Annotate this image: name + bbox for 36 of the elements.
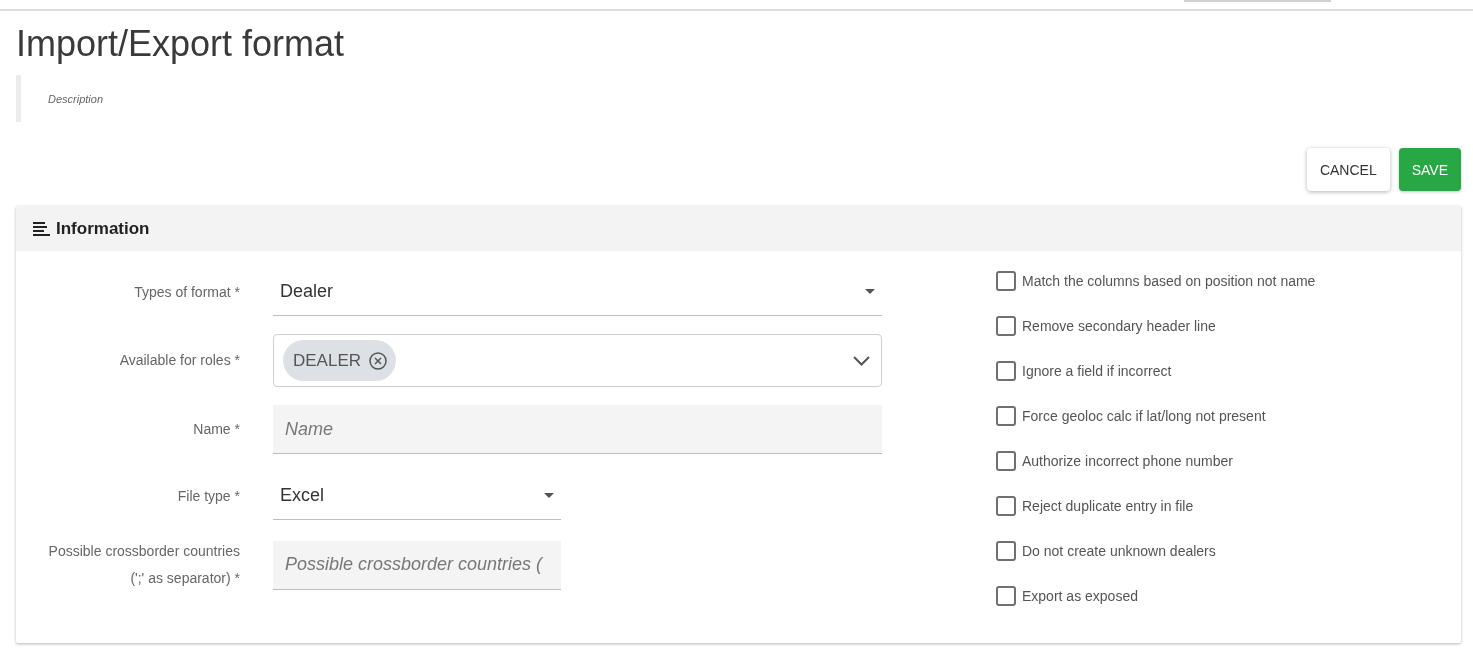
field-label: Name *: [193, 421, 240, 437]
checkbox[interactable]: [996, 540, 1016, 561]
text-input[interactable]: Name: [273, 405, 882, 454]
field-label: Available for roles *: [119, 352, 240, 368]
checkbox-label: Export as exposed: [1022, 587, 1138, 604]
field-label: File type *: [177, 487, 240, 504]
dropdown-select[interactable]: Excel: [273, 472, 561, 520]
checkbox-label: Do not create unknown dealers: [1022, 542, 1216, 559]
checkbox-label: Reject duplicate entry in file: [1022, 497, 1194, 514]
checkbox-label: Force geoloc calc if lat/long not present: [1022, 407, 1266, 424]
chevron-down-icon: [853, 355, 870, 366]
cancel-button[interactable]: CANCEL: [1306, 148, 1390, 191]
caret-down-icon: [544, 493, 554, 498]
checkbox-label: Authorize incorrect phone number: [1022, 452, 1233, 469]
field-label: Possible crossborder countries (';' as separator) *: [48, 543, 240, 586]
description-text: Description: [48, 92, 104, 105]
checkbox-label: Match the columns based on position not name: [1022, 272, 1316, 289]
chip-label: DEALER: [293, 350, 362, 371]
field-label: Types of format *: [134, 283, 240, 300]
checkbox[interactable]: [996, 270, 1016, 291]
caret-down-icon: [865, 289, 875, 294]
checkbox[interactable]: [996, 495, 1016, 516]
text-lines-icon: [33, 221, 50, 236]
dropdown-select[interactable]: Dealer: [273, 268, 882, 316]
checkbox[interactable]: [996, 450, 1016, 471]
checkbox-label: Ignore a field if incorrect: [1022, 362, 1172, 379]
checkbox[interactable]: [996, 315, 1016, 336]
card-title: Information: [56, 218, 150, 239]
multi-select[interactable]: DEALER: [273, 334, 882, 387]
close-icon[interactable]: [369, 351, 388, 370]
checkbox[interactable]: [996, 360, 1016, 381]
text-input[interactable]: Possible crossborder countries (: [273, 540, 561, 590]
page-title: Import/Export format: [16, 22, 345, 66]
checkbox[interactable]: [996, 585, 1016, 606]
checkbox-label: Remove secondary header line: [1022, 317, 1216, 334]
checkbox[interactable]: [996, 405, 1016, 426]
